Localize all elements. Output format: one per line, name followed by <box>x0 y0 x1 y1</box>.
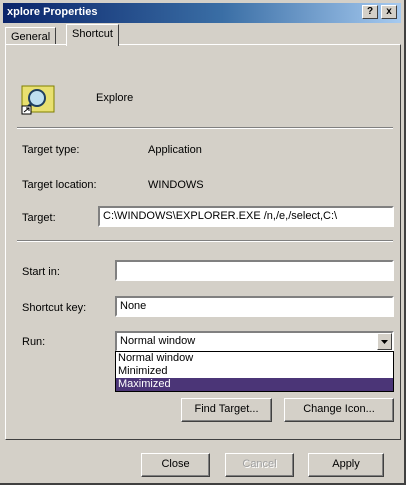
shortcut-key-label: Shortcut key: <box>22 302 87 314</box>
cancel-button[interactable]: Cancel <box>225 453 294 477</box>
run-select[interactable]: Normal window <box>115 331 394 352</box>
shortcut-key-input[interactable]: None <box>115 296 394 317</box>
start-in-input[interactable] <box>115 260 394 281</box>
run-dropdown-list: Normal window Minimized Maximized <box>115 351 394 392</box>
target-label: Target: <box>22 212 56 224</box>
target-type-label: Target type: <box>22 144 80 156</box>
explorer-shortcut-icon <box>20 84 58 116</box>
change-icon-button[interactable]: Change Icon... <box>284 398 394 422</box>
tab-shortcut-label: Shortcut <box>72 28 113 40</box>
apply-button-label: Apply <box>332 458 360 470</box>
target-input[interactable]: C:\WINDOWS\EXPLORER.EXE /n,/e,/select,C:… <box>98 206 394 227</box>
apply-button[interactable]: Apply <box>308 453 384 477</box>
close-button[interactable]: Close <box>141 453 210 477</box>
tab-shortcut[interactable]: Shortcut <box>66 24 119 46</box>
shortcut-name: Explore <box>96 92 134 104</box>
help-button[interactable]: ? <box>362 5 378 19</box>
run-option-maximized[interactable]: Maximized <box>116 378 393 391</box>
separator <box>17 240 393 242</box>
run-option-normal[interactable]: Normal window <box>116 352 393 365</box>
close-button-label: Close <box>161 458 190 470</box>
properties-window: xplore Properties ? x General Shortcut E… <box>0 0 406 485</box>
start-in-label: Start in: <box>22 266 60 278</box>
dropdown-arrow-button[interactable] <box>377 333 392 350</box>
run-selected-value: Normal window <box>120 335 196 347</box>
target-type-value: Application <box>148 144 202 156</box>
cancel-button-label: Cancel <box>242 458 277 470</box>
find-target-button[interactable]: Find Target... <box>181 398 272 422</box>
find-target-label: Find Target... <box>194 403 259 415</box>
close-window-button[interactable]: x <box>381 5 397 19</box>
tab-general-label: General <box>11 31 51 43</box>
run-option-minimized[interactable]: Minimized <box>116 365 393 378</box>
target-location-value: WINDOWS <box>148 179 204 191</box>
target-location-label: Target location: <box>22 179 97 191</box>
tab-general[interactable]: General <box>5 27 57 45</box>
separator <box>17 127 393 129</box>
chevron-down-icon <box>381 340 388 344</box>
title-bar[interactable]: xplore Properties ? x <box>3 3 401 23</box>
change-icon-label: Change Icon... <box>303 403 375 415</box>
run-label: Run: <box>22 336 46 348</box>
window-title: xplore Properties <box>7 6 98 18</box>
